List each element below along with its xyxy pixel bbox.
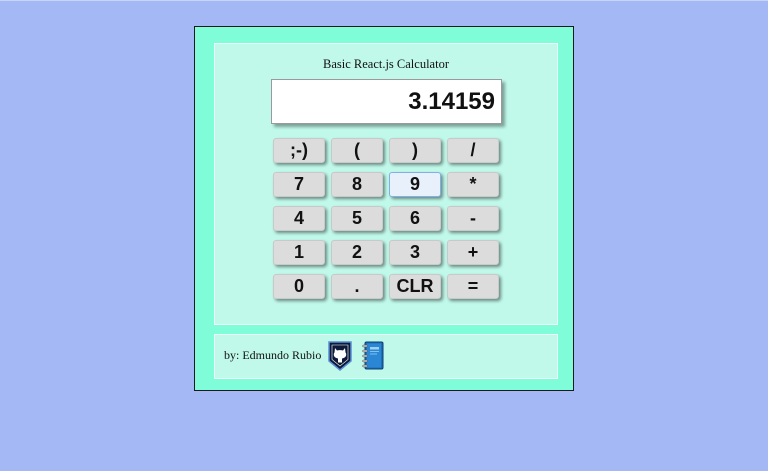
- calculator-app: Basic React.js Calculator 3.14159 ;-) ( …: [194, 26, 574, 391]
- notebook-icon: [362, 341, 384, 370]
- key-add[interactable]: +: [447, 240, 499, 265]
- key-wink[interactable]: ;-): [273, 138, 325, 163]
- github-link[interactable]: [327, 341, 353, 371]
- top-divider: [0, 0, 768, 1]
- calculator-display: 3.14159: [271, 79, 502, 124]
- key-subtract[interactable]: -: [447, 206, 499, 231]
- key-0[interactable]: 0: [273, 274, 325, 299]
- key-1[interactable]: 1: [273, 240, 325, 265]
- key-4[interactable]: 4: [273, 206, 325, 231]
- calculator-title: Basic React.js Calculator: [322, 57, 449, 71]
- key-close-paren[interactable]: ): [389, 138, 441, 163]
- key-divide[interactable]: /: [447, 138, 499, 163]
- key-equals[interactable]: =: [447, 274, 499, 299]
- github-icon: [328, 341, 352, 371]
- key-5[interactable]: 5: [331, 206, 383, 231]
- key-open-paren[interactable]: (: [331, 138, 383, 163]
- author-credit: by: Edmundo Rubio: [224, 348, 322, 362]
- key-7[interactable]: 7: [273, 172, 325, 197]
- page: Basic React.js Calculator 3.14159 ;-) ( …: [0, 0, 768, 471]
- notebook-link[interactable]: [361, 341, 385, 371]
- key-9[interactable]: 9: [389, 172, 441, 197]
- key-6[interactable]: 6: [389, 206, 441, 231]
- calculator-panel: Basic React.js Calculator 3.14159 ;-) ( …: [214, 43, 558, 325]
- key-clear[interactable]: CLR: [389, 274, 441, 299]
- key-2[interactable]: 2: [331, 240, 383, 265]
- key-multiply[interactable]: *: [447, 172, 499, 197]
- key-8[interactable]: 8: [331, 172, 383, 197]
- credits-panel: by: Edmundo Rubio: [214, 334, 558, 379]
- key-3[interactable]: 3: [389, 240, 441, 265]
- key-decimal[interactable]: .: [331, 274, 383, 299]
